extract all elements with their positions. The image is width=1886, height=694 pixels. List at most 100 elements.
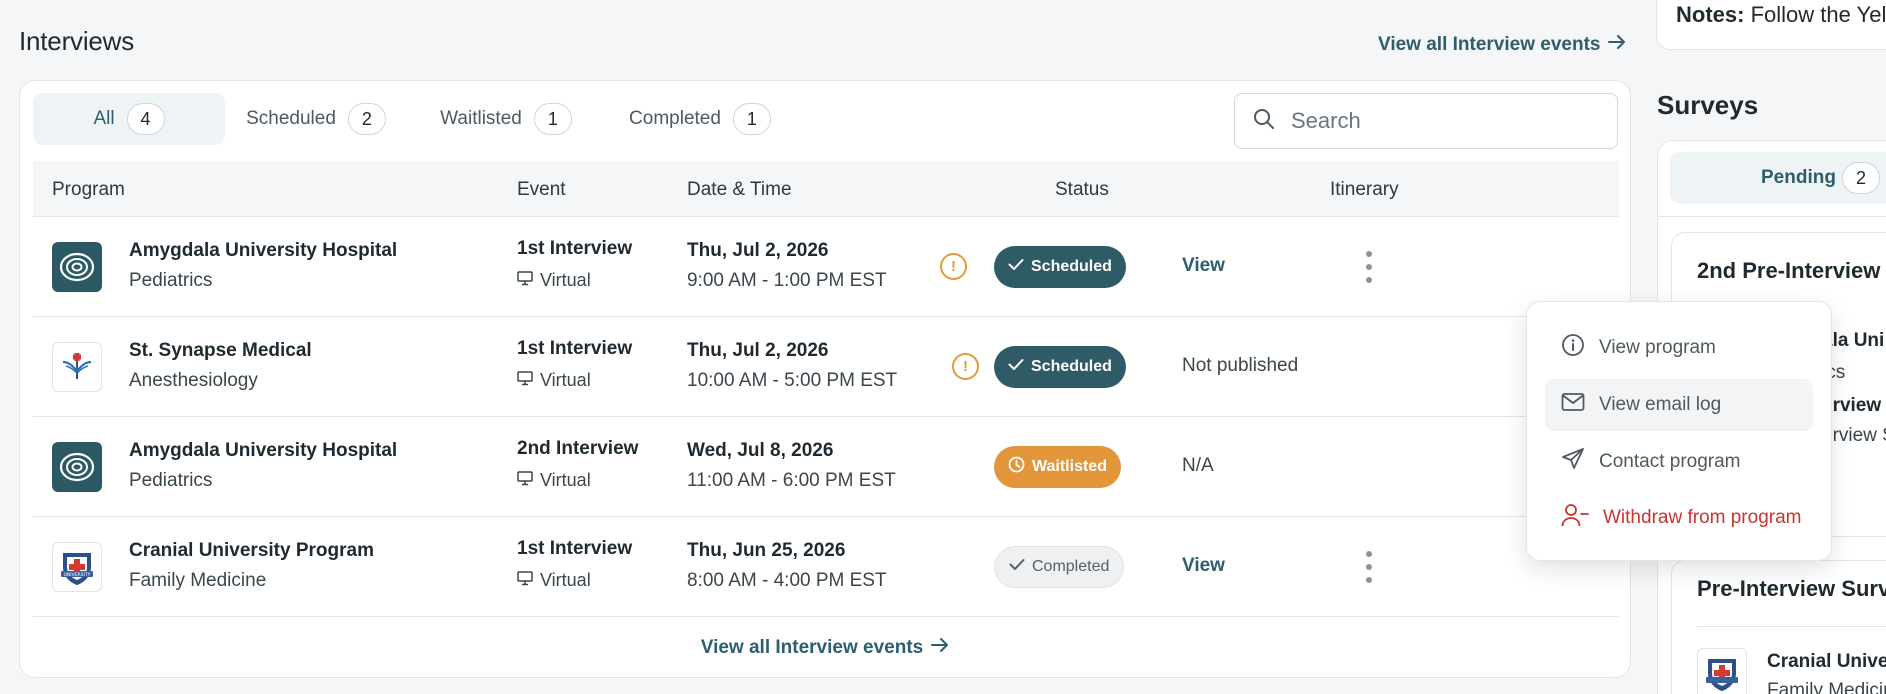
monitor-icon bbox=[517, 570, 533, 591]
status-label: Scheduled bbox=[1031, 258, 1112, 275]
event-mode: Virtual bbox=[517, 470, 591, 491]
status-badge: Scheduled bbox=[994, 246, 1126, 288]
search-icon bbox=[1253, 108, 1275, 135]
col-event: Event bbox=[517, 179, 566, 200]
status-badge: Completed bbox=[994, 546, 1125, 588]
program-dept: Family Medicine bbox=[129, 570, 267, 591]
status-label: Completed bbox=[1032, 558, 1110, 575]
survey-program: Cranial Univer bbox=[1767, 651, 1886, 672]
menu-item-view-program[interactable]: View program bbox=[1545, 322, 1813, 374]
info-icon bbox=[1561, 333, 1585, 363]
tab-waitlisted[interactable]: Waitlisted 1 bbox=[407, 93, 605, 145]
menu-item-label: Contact program bbox=[1599, 451, 1741, 472]
tab-count: 1 bbox=[533, 103, 572, 135]
menu-item-label: View program bbox=[1599, 337, 1716, 358]
table-header: Program Event Date & Time Status Itinera… bbox=[33, 161, 1619, 217]
itinerary-status: N/A bbox=[1182, 455, 1214, 476]
col-itinerary: Itinerary bbox=[1330, 179, 1399, 200]
event-mode: Virtual bbox=[517, 370, 591, 391]
status-badge: Waitlisted bbox=[994, 446, 1121, 488]
menu-item-view-email-log[interactable]: View email log bbox=[1545, 379, 1813, 431]
divider bbox=[1657, 216, 1886, 217]
program-name: Amygdala University Hospital bbox=[129, 240, 398, 261]
event-date: Thu, Jun 25, 2026 bbox=[687, 540, 846, 561]
event-name: 1st Interview bbox=[517, 338, 633, 359]
itinerary-status: Not published bbox=[1182, 355, 1299, 376]
view-all-label: View all Interview events bbox=[1378, 34, 1601, 55]
check-icon bbox=[1008, 258, 1024, 276]
event-mode: Virtual bbox=[517, 570, 591, 591]
warning-icon[interactable]: ! bbox=[940, 253, 967, 280]
event-time: 11:00 AM - 6:00 PM EST bbox=[687, 470, 896, 491]
event-time: 8:00 AM - 4:00 PM EST bbox=[687, 570, 887, 591]
program-logo-brain-icon bbox=[52, 442, 102, 492]
event-date: Thu, Jul 2, 2026 bbox=[687, 340, 829, 361]
notes-text: Notes: Follow the Yel bbox=[1676, 2, 1886, 28]
check-icon bbox=[1008, 358, 1024, 376]
mail-icon bbox=[1561, 392, 1585, 418]
tab-completed[interactable]: Completed 1 bbox=[605, 93, 795, 145]
event-mode-label: Virtual bbox=[540, 370, 591, 390]
notes-content: Follow the Yel bbox=[1744, 2, 1886, 27]
survey-title: Pre-Interview Surve bbox=[1697, 576, 1886, 601]
menu-item-withdraw[interactable]: Withdraw from program bbox=[1545, 492, 1813, 544]
program-name: Cranial University Program bbox=[129, 540, 374, 561]
itinerary-view-link[interactable]: View bbox=[1182, 555, 1225, 577]
tab-pending-count: 2 bbox=[1842, 162, 1880, 194]
table-row: St. Synapse Medical Anesthesiology 1st I… bbox=[33, 317, 1619, 417]
divider bbox=[1697, 626, 1886, 627]
tab-pending-label: Pending bbox=[1761, 167, 1836, 188]
event-name: 1st Interview bbox=[517, 538, 633, 559]
status-badge: Scheduled bbox=[994, 346, 1126, 388]
view-all-interviews-link[interactable]: View all Interview events bbox=[1378, 34, 1626, 56]
tab-count: 4 bbox=[126, 103, 165, 135]
survey-dept: Family Medicin bbox=[1767, 680, 1886, 694]
col-program: Program bbox=[52, 179, 125, 200]
itinerary-view-link[interactable]: View bbox=[1182, 255, 1225, 277]
event-name: 1st Interview bbox=[517, 238, 633, 259]
event-mode-label: Virtual bbox=[540, 470, 591, 490]
view-all-interviews-bottom-link[interactable]: View all Interview events bbox=[20, 637, 1630, 659]
event-date: Thu, Jul 2, 2026 bbox=[687, 240, 829, 261]
event-time: 10:00 AM - 5:00 PM EST bbox=[687, 370, 898, 391]
tab-scheduled[interactable]: Scheduled 2 bbox=[225, 93, 407, 145]
tab-label: Completed bbox=[629, 108, 721, 129]
menu-item-contact-program[interactable]: Contact program bbox=[1545, 436, 1813, 488]
notes-label: Notes: bbox=[1676, 2, 1745, 27]
tab-label: Waitlisted bbox=[440, 108, 522, 129]
more-options-icon[interactable] bbox=[1359, 551, 1379, 583]
svg-text:UNIVERSITY: UNIVERSITY bbox=[64, 572, 91, 578]
search-box bbox=[1234, 93, 1618, 149]
col-datetime: Date & Time bbox=[687, 179, 792, 200]
program-name: St. Synapse Medical bbox=[129, 340, 312, 361]
warning-icon[interactable]: ! bbox=[952, 353, 979, 380]
more-options-icon[interactable] bbox=[1359, 251, 1379, 283]
program-dept: Pediatrics bbox=[129, 470, 213, 491]
event-mode: Virtual bbox=[517, 270, 591, 291]
tab-label: All bbox=[93, 108, 115, 129]
monitor-icon bbox=[517, 370, 533, 391]
row-actions-menu: View program View email log Contact prog… bbox=[1526, 301, 1832, 561]
program-logo-caduceus-icon bbox=[52, 342, 102, 392]
search-input[interactable] bbox=[1291, 108, 1591, 134]
event-mode-label: Virtual bbox=[540, 270, 591, 290]
col-status: Status bbox=[1055, 179, 1109, 200]
status-label: Scheduled bbox=[1031, 358, 1112, 375]
tab-label: Scheduled bbox=[246, 108, 336, 129]
program-logo-crest-icon: UNIVERSITY bbox=[52, 542, 102, 592]
interview-tabs: All 4 Scheduled 2 Waitlisted 1 Completed… bbox=[33, 93, 795, 145]
interviews-card: All 4 Scheduled 2 Waitlisted 1 Completed… bbox=[19, 80, 1631, 678]
table-row: Amygdala University Hospital Pediatrics … bbox=[33, 417, 1619, 517]
survey-title: 2nd Pre-Interview S bbox=[1697, 258, 1886, 283]
program-dept: Pediatrics bbox=[129, 270, 213, 291]
program-name: Amygdala University Hospital bbox=[129, 440, 398, 461]
send-icon bbox=[1561, 447, 1585, 477]
event-name: 2nd Interview bbox=[517, 438, 639, 459]
monitor-icon bbox=[517, 270, 533, 291]
tab-all[interactable]: All 4 bbox=[33, 93, 225, 145]
check-icon bbox=[1009, 558, 1025, 576]
page-title: Interviews bbox=[19, 26, 135, 56]
arrow-right-icon bbox=[1608, 34, 1626, 56]
tab-count: 1 bbox=[732, 103, 771, 135]
user-minus-icon bbox=[1561, 503, 1589, 533]
